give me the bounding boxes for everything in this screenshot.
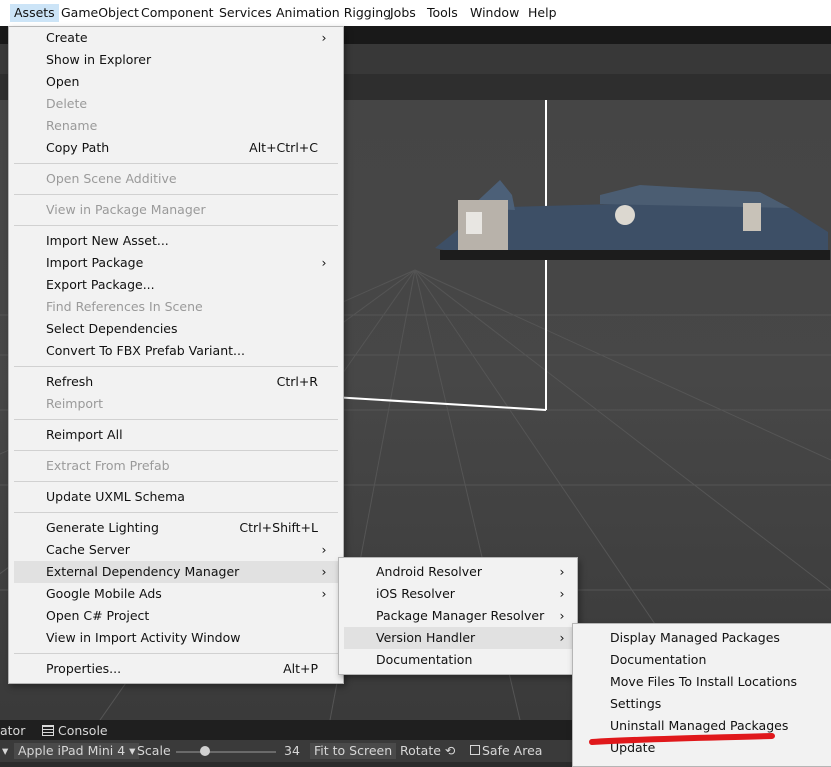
menu-component[interactable]: Component: [141, 4, 214, 22]
rotate-button[interactable]: Rotate ⟲: [400, 743, 455, 759]
menu-item-select-dependencies[interactable]: Select Dependencies: [9, 318, 343, 340]
tab-animator[interactable]: ator: [0, 722, 25, 740]
menu-item-properties[interactable]: Properties... Alt+P: [9, 658, 343, 680]
building-model: [435, 180, 830, 260]
assets-menu: Create › Show in Explorer Open Delete Ren…: [8, 26, 344, 684]
menu-item-refresh[interactable]: Refresh Ctrl+R: [9, 371, 343, 393]
menu-animation-rigging[interactable]: Animation Rigging: [276, 4, 391, 22]
rotate-icon: ⟲: [444, 743, 456, 758]
scale-slider[interactable]: [176, 743, 276, 759]
menu-item-open[interactable]: Open: [9, 71, 343, 93]
submenu-arrow-icon: ›: [321, 255, 327, 270]
menu-item-find-references: Find References In Scene: [46, 299, 203, 314]
scale-value: 34: [284, 743, 300, 758]
menu-item-view-import-activity[interactable]: View in Import Activity Window: [9, 627, 343, 649]
menu-separator: [14, 366, 338, 367]
device-dropdown[interactable]: Apple iPad Mini 4 ▾: [14, 743, 140, 759]
submenu-arrow-icon: ›: [559, 564, 565, 579]
menu-item-ios-resolver[interactable]: iOS Resolver ›: [339, 583, 577, 605]
slider-thumb[interactable]: [200, 746, 210, 756]
menu-item-version-handler[interactable]: Version Handler ›: [344, 627, 572, 649]
menu-item-convert-fbx[interactable]: Convert To FBX Prefab Variant...: [9, 340, 343, 362]
menu-services[interactable]: Services: [219, 4, 272, 22]
safe-area-icon: [470, 745, 480, 755]
menu-item-move-files[interactable]: Move Files To Install Locations: [573, 671, 831, 693]
menu-item-create[interactable]: Create ›: [9, 27, 343, 49]
tab-console[interactable]: Console: [42, 722, 108, 740]
menu-tools[interactable]: Tools: [427, 4, 458, 22]
menu-window[interactable]: Window: [470, 4, 519, 22]
menu-item-open-csharp-project[interactable]: Open C# Project: [9, 605, 343, 627]
menu-item-update-uxml-schema[interactable]: Update UXML Schema: [9, 486, 343, 508]
menu-item-display-managed-packages[interactable]: Display Managed Packages: [573, 627, 831, 649]
menu-separator: [14, 481, 338, 482]
console-icon: [42, 725, 54, 736]
menu-item-cache-server[interactable]: Cache Server ›: [9, 539, 343, 561]
menu-item-import-new-asset[interactable]: Import New Asset...: [9, 230, 343, 252]
menu-jobs[interactable]: Jobs: [390, 4, 416, 22]
menu-item-reimport: Reimport: [46, 396, 104, 411]
menu-item-package-manager-resolver[interactable]: Package Manager Resolver ›: [339, 605, 577, 627]
menu-separator: [14, 653, 338, 654]
submenu-arrow-icon: ›: [321, 564, 327, 579]
menu-help[interactable]: Help: [528, 4, 557, 22]
menu-item-import-package[interactable]: Import Package ›: [9, 252, 343, 274]
menu-separator: [14, 512, 338, 513]
menubar: Assets GameObject Component Services Ani…: [0, 0, 831, 27]
menu-item-settings[interactable]: Settings: [573, 693, 831, 715]
menu-item-external-dependency-manager[interactable]: External Dependency Manager ›: [14, 561, 338, 583]
menu-item-show-in-explorer[interactable]: Show in Explorer: [9, 49, 343, 71]
menu-item-generate-lighting[interactable]: Generate Lighting Ctrl+Shift+L: [9, 517, 343, 539]
red-underline-annotation: [589, 733, 775, 745]
edm-submenu: Android Resolver › iOS Resolver › Package …: [338, 557, 578, 675]
menu-separator: [14, 225, 338, 226]
scale-label: Scale: [137, 743, 171, 758]
dropdown-arrow-icon[interactable]: ▾: [2, 743, 8, 759]
menu-item-delete: Delete: [46, 96, 88, 111]
menu-item-android-resolver[interactable]: Android Resolver ›: [339, 561, 577, 583]
submenu-arrow-icon: ›: [559, 630, 565, 645]
slider-track: [176, 751, 276, 753]
menu-separator: [14, 450, 338, 451]
submenu-arrow-icon: ›: [321, 542, 327, 557]
menu-item-documentation[interactable]: Documentation: [573, 649, 831, 671]
menu-item-copy-path[interactable]: Copy Path Alt+Ctrl+C: [9, 137, 343, 159]
menu-assets[interactable]: Assets: [10, 4, 59, 22]
menu-item-documentation[interactable]: Documentation: [339, 649, 577, 671]
menu-item-reimport-all[interactable]: Reimport All: [9, 424, 343, 446]
submenu-arrow-icon: ›: [559, 608, 565, 623]
submenu-arrow-icon: ›: [321, 586, 327, 601]
menu-separator: [14, 419, 338, 420]
submenu-arrow-icon: ›: [321, 30, 327, 45]
menu-item-extract-from-prefab: Extract From Prefab: [46, 458, 170, 473]
menu-item-view-in-package-manager: View in Package Manager: [46, 202, 206, 217]
menu-gameobject[interactable]: GameObject: [61, 4, 139, 22]
menu-item-open-scene-additive: Open Scene Additive: [46, 171, 177, 186]
menu-separator: [14, 163, 338, 164]
submenu-arrow-icon: ›: [559, 586, 565, 601]
safe-area-button[interactable]: Safe Area: [470, 743, 542, 759]
fit-to-screen-button[interactable]: Fit to Screen: [310, 743, 397, 759]
menu-item-rename: Rename: [46, 118, 98, 133]
menu-item-export-package[interactable]: Export Package...: [9, 274, 343, 296]
menu-item-google-mobile-ads[interactable]: Google Mobile Ads ›: [9, 583, 343, 605]
menu-separator: [14, 194, 338, 195]
